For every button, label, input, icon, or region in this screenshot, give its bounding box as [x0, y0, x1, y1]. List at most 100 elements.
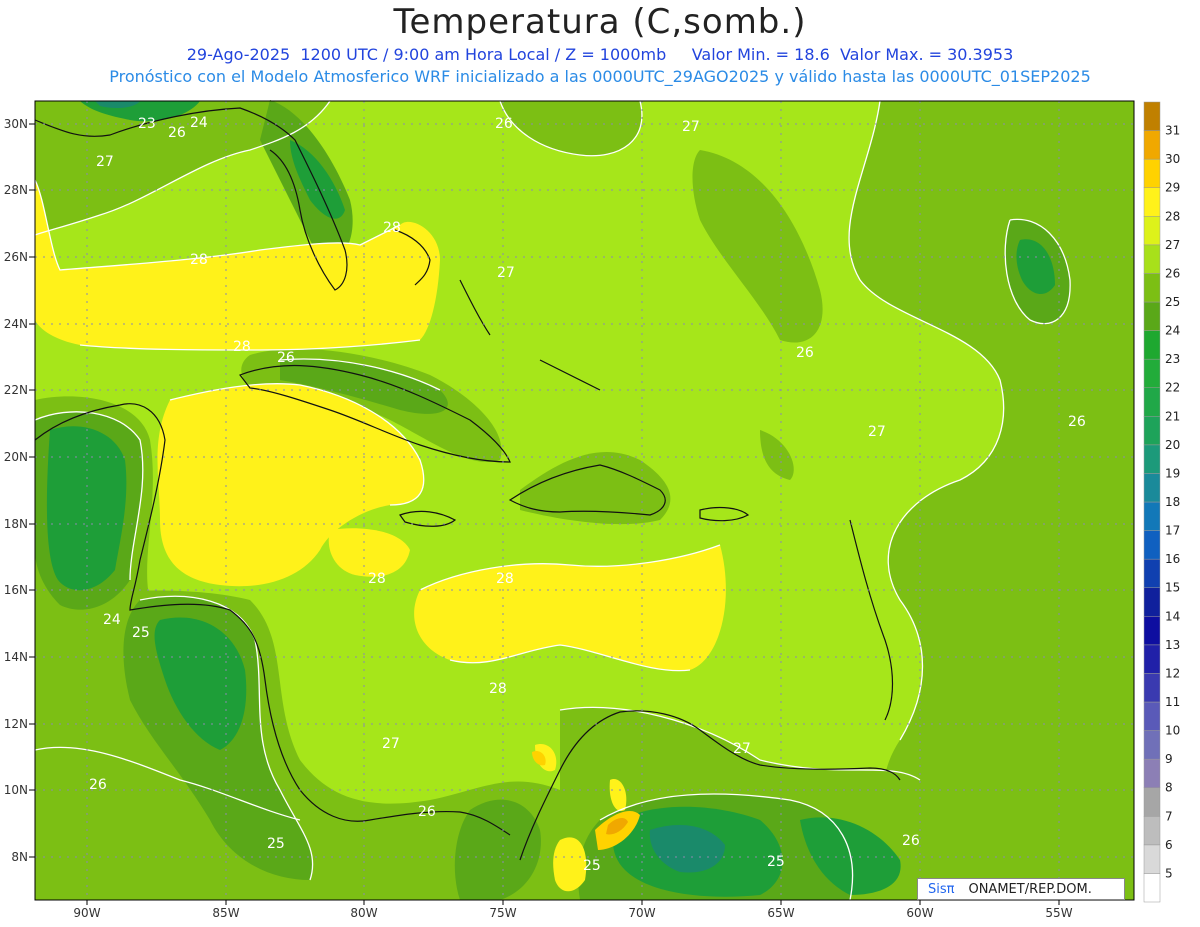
legend-level-label: 18	[1165, 495, 1180, 509]
lon-label: 75W	[489, 906, 516, 920]
legend-level-label: 8	[1165, 781, 1173, 795]
legend-swatch	[1143, 216, 1161, 246]
legend-level-label: 15	[1165, 581, 1180, 595]
lat-axis-labels: 30N 28N 26N 24N 22N 20N 18N 16N 14N 12N …	[4, 117, 28, 864]
contour-label: 24	[103, 612, 121, 628]
contour-label: 28	[190, 252, 208, 268]
contour-label: 25	[132, 625, 150, 641]
legend-level-label: 26	[1165, 266, 1180, 280]
lat-label: 18N	[4, 517, 28, 531]
legend-level-label: 10	[1165, 724, 1180, 738]
contour-label: 23	[138, 116, 156, 132]
lon-label: 60W	[906, 906, 933, 920]
legend-level-label: 11	[1165, 695, 1180, 709]
contour-label: 26	[796, 345, 814, 361]
legend-level-label: 7	[1165, 809, 1173, 823]
lat-label: 28N	[4, 183, 28, 197]
legend-level-label: 19	[1165, 466, 1180, 480]
legend-level-label: 25	[1165, 295, 1180, 309]
legend-swatch	[1143, 130, 1161, 160]
contour-label: 25	[767, 854, 785, 870]
lon-label: 90W	[73, 906, 100, 920]
lat-label: 26N	[4, 250, 28, 264]
legend-level-label: 24	[1165, 324, 1180, 338]
legend-swatch	[1143, 787, 1161, 817]
lon-label: 85W	[212, 906, 239, 920]
sispi-logo: Sisπ	[928, 881, 955, 897]
legend-boxes	[1143, 101, 1161, 903]
lon-axis-labels: 90W 85W 80W 75W 70W 65W 60W 55W	[73, 906, 1072, 920]
contour-label: 27	[733, 741, 751, 757]
legend-level-label: 20	[1165, 438, 1180, 452]
contour-label: 26	[902, 833, 920, 849]
lon-label: 80W	[350, 906, 377, 920]
legend-level-label: 9	[1165, 752, 1173, 766]
contour-label: 25	[583, 858, 601, 874]
legend-level-label: 17	[1165, 524, 1180, 538]
contour-label: 27	[382, 736, 400, 752]
legend-level-label: 28	[1165, 209, 1180, 223]
legend-swatch	[1143, 101, 1161, 131]
contour-label: 26	[168, 125, 186, 141]
lat-label: 20N	[4, 450, 28, 464]
lat-label: 14N	[4, 650, 28, 664]
contour-label: 26	[1068, 414, 1086, 430]
legend-level-label: 23	[1165, 352, 1180, 366]
contour-label: 28	[496, 571, 514, 587]
legend-swatch	[1143, 587, 1161, 617]
legend-level-label: 13	[1165, 638, 1180, 652]
contour-label: 26	[495, 116, 513, 132]
legend-swatch	[1143, 244, 1161, 274]
legend-labels: 5 6 7 8 9 10 11 12 13 14 15 16 17 18 19 20 21 22 23 24 25 26 2…	[1165, 124, 1180, 881]
legend-swatch	[1143, 673, 1161, 703]
legend-level-label: 30	[1165, 152, 1180, 166]
legend-swatch	[1143, 473, 1161, 503]
legend-swatch	[1143, 730, 1161, 760]
contour-label: 27	[497, 265, 515, 281]
legend-swatch	[1143, 558, 1161, 588]
credit-text: ONAMET/REP.DOM.	[968, 881, 1092, 897]
contour-label: 24	[190, 115, 208, 131]
legend-swatch	[1143, 416, 1161, 446]
lat-label: 24N	[4, 317, 28, 331]
legend-swatch	[1143, 158, 1161, 188]
legend-level-label: 29	[1165, 181, 1180, 195]
legend-level-label: 27	[1165, 238, 1180, 252]
lat-label: 12N	[4, 717, 28, 731]
legend-swatch	[1143, 330, 1161, 360]
contour-label: 27	[868, 424, 886, 440]
contour-label: 28	[233, 339, 251, 355]
legend-swatch	[1143, 530, 1161, 560]
legend-swatch	[1143, 616, 1161, 646]
lat-label: 8N	[11, 850, 28, 864]
contour-label: 27	[96, 154, 114, 170]
lat-label: 30N	[4, 117, 28, 131]
legend-swatch	[1143, 844, 1161, 874]
legend-swatch	[1143, 758, 1161, 788]
lat-label: 16N	[4, 583, 28, 597]
legend-swatch	[1143, 644, 1161, 674]
contour-label: 28	[489, 681, 507, 697]
lat-label: 10N	[4, 783, 28, 797]
legend-swatch	[1143, 187, 1161, 217]
legend-level-label: 5	[1165, 866, 1173, 880]
legend-level-label: 21	[1165, 409, 1180, 423]
lon-label: 65W	[767, 906, 794, 920]
lon-label: 70W	[628, 906, 655, 920]
map-plot-area: 23 24 26 27 26 27 28 28 27 28 26 26 27 2…	[34, 100, 1135, 901]
lat-label: 22N	[4, 383, 28, 397]
legend-swatch	[1143, 387, 1161, 417]
contour-label: 28	[368, 571, 386, 587]
legend-swatch	[1143, 358, 1161, 388]
legend-swatch	[1143, 873, 1161, 903]
lon-label: 55W	[1045, 906, 1072, 920]
legend-level-label: 31	[1165, 124, 1180, 138]
legend-swatch	[1143, 301, 1161, 331]
legend-swatch	[1143, 444, 1161, 474]
contour-label: 28	[383, 220, 401, 236]
legend-level-label: 16	[1165, 552, 1180, 566]
legend-level-label: 22	[1165, 381, 1180, 395]
legend-level-label: 6	[1165, 838, 1173, 852]
credit-box: Sisπ ONAMET/REP.DOM.	[917, 878, 1125, 900]
temperature-map: 23 24 26 27 26 27 28 28 27 28 26 26 27 2…	[4, 100, 1135, 920]
